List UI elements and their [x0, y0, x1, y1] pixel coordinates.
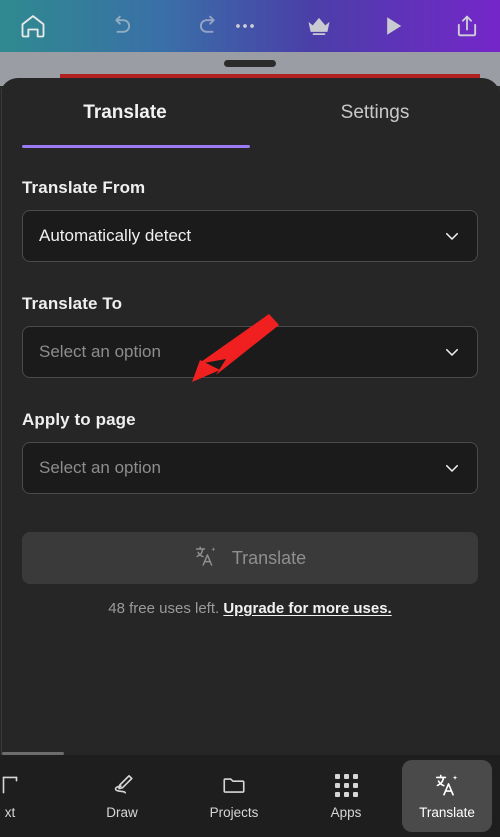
- toolbar-left-group: [0, 11, 224, 41]
- top-toolbar: [0, 0, 500, 52]
- upgrade-link[interactable]: Upgrade for more uses.: [223, 600, 391, 617]
- translate-icon: [194, 544, 218, 573]
- undo-icon[interactable]: [106, 11, 136, 41]
- app-root: Translate Settings Translate From Automa…: [0, 0, 500, 837]
- panel-tabs: Translate Settings: [0, 78, 500, 148]
- translate-icon: [434, 772, 460, 798]
- sheet-drag-handle[interactable]: [224, 60, 276, 67]
- toolbar-right-group: [230, 11, 500, 41]
- chevron-down-icon: [443, 343, 461, 361]
- annotation-arrow: [176, 308, 286, 390]
- nav-item-apps[interactable]: Apps: [290, 760, 402, 832]
- redo-icon[interactable]: [194, 11, 224, 41]
- folder-icon: [221, 772, 247, 798]
- apply-to-page-label: Apply to page: [22, 410, 136, 429]
- nav-item-translate-label: Translate: [419, 805, 475, 820]
- chevron-down-icon: [443, 227, 461, 245]
- nav-item-projects-label: Projects: [209, 805, 259, 820]
- free-uses-text: 48 free uses left. Upgrade for more uses…: [22, 600, 478, 617]
- apply-to-page-value: Select an option: [39, 458, 161, 477]
- translate-from-dropdown[interactable]: Automatically detect: [22, 210, 478, 262]
- tab-translate[interactable]: Translate: [0, 78, 250, 148]
- nav-item-translate[interactable]: Translate: [402, 760, 492, 832]
- translate-button-label: Translate: [231, 547, 307, 568]
- tab-settings[interactable]: Settings: [250, 78, 500, 148]
- chevron-down-icon: [443, 459, 461, 477]
- apply-to-page-dropdown[interactable]: Select an option: [22, 442, 478, 494]
- translate-button[interactable]: Translate: [22, 532, 478, 584]
- translate-from-label: Translate From: [22, 178, 146, 197]
- share-icon[interactable]: [452, 11, 482, 41]
- translate-to-value: Select an option: [39, 342, 161, 361]
- nav-item-draw-label: Draw: [106, 805, 138, 820]
- bottom-navigation: xt Draw Projects Apps Translate: [0, 755, 500, 837]
- nav-item-text-label: xt: [4, 805, 16, 820]
- nav-item-draw[interactable]: Draw: [66, 760, 178, 832]
- tab-settings-label: Settings: [340, 102, 410, 123]
- text-icon: [0, 772, 23, 798]
- crown-icon[interactable]: [304, 11, 334, 41]
- play-icon[interactable]: [378, 11, 408, 41]
- nav-item-apps-label: Apps: [330, 805, 362, 820]
- home-icon[interactable]: [18, 11, 48, 41]
- draw-icon: [109, 772, 135, 798]
- apps-grid-icon: [333, 772, 359, 798]
- free-uses-count: 48 free uses left.: [108, 600, 220, 617]
- tab-active-indicator: [22, 145, 250, 148]
- nav-item-projects[interactable]: Projects: [178, 760, 290, 832]
- panel-edge-line: [1, 78, 2, 755]
- tab-translate-label: Translate: [83, 102, 167, 123]
- nav-item-text[interactable]: xt: [0, 760, 66, 832]
- more-options-icon[interactable]: [230, 11, 260, 41]
- translate-from-value: Automatically detect: [39, 226, 192, 245]
- translate-panel: Translate Settings Translate From Automa…: [0, 78, 500, 755]
